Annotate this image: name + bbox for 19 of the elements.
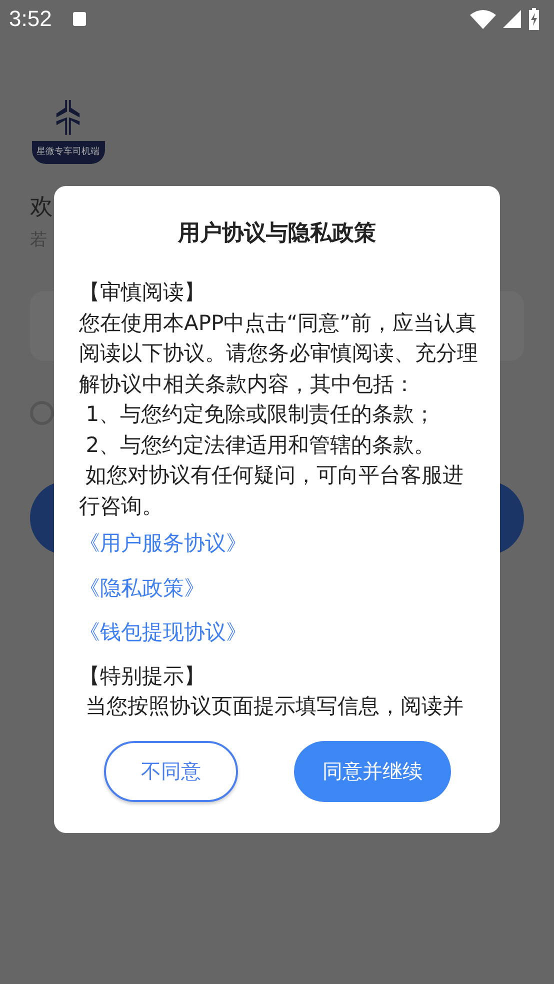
app-logo: 星微专车司机端 [31, 100, 105, 164]
agreement-link[interactable]: 《用户服务协议》 [79, 528, 247, 558]
agree-button[interactable]: 同意并继续 [294, 741, 451, 802]
agreement-text: 如您对协议有任何疑问，可向平台客服进行咨询。 [79, 462, 465, 520]
agreement-text: 1、与您约定免除或限制责任的条款； [84, 401, 436, 428]
agreement-link[interactable]: 《隐私政策》 [79, 572, 205, 603]
agreement-text: 当您按照协议页面提示填写信息，阅读并 [84, 693, 464, 720]
agreement-text: 【审慎阅读】 [79, 279, 205, 306]
section-heading: 【特别提示】 [79, 662, 205, 690]
dialog-title: 用户协议与隐私政策 [178, 220, 376, 248]
wifi-icon [470, 9, 496, 29]
agreement-link[interactable]: 《钱包提现协议》 [79, 617, 247, 648]
clock-time: 3:52 [9, 6, 52, 32]
disagree-button[interactable]: 不同意 [104, 741, 238, 802]
signal-icon [503, 10, 521, 28]
welcome-heading: 欢 [30, 193, 53, 222]
battery-icon [528, 8, 540, 30]
agreement-text: 2、与您约定法律适用和管辖的条款。 [84, 432, 436, 458]
agreement-text: 您在使用本APP中点击“同意”前，应当认真阅读以下协议。请您务必审慎阅读、充分理解协议中相关条款内容，其中包括： [79, 310, 479, 398]
